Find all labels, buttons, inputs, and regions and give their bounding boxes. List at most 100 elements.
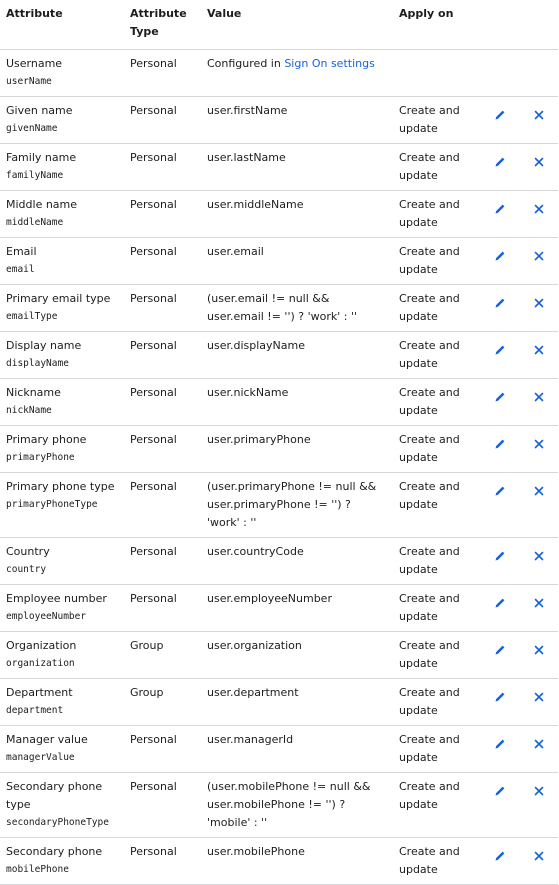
delete-cell	[519, 538, 558, 585]
table-header-row: Attribute Attribute Type Value Apply on	[0, 0, 558, 50]
edit-cell	[480, 332, 519, 379]
table-row: Middle name middleName Personal user.middle…	[0, 190, 558, 238]
pencil-icon[interactable]	[493, 249, 507, 263]
close-icon[interactable]	[532, 849, 546, 863]
pencil-icon[interactable]	[493, 202, 507, 216]
pencil-icon[interactable]	[493, 737, 507, 751]
close-icon[interactable]	[532, 784, 546, 798]
apply-on: Create and update	[399, 292, 460, 323]
attribute-cell: Given name givenName	[0, 97, 124, 144]
attribute-value: (user.mobilePhone != null && user.mobile…	[207, 780, 371, 829]
value-prefix: Configured in	[207, 57, 285, 70]
attribute-value: user.countryCode	[207, 545, 304, 558]
delete-cell	[519, 773, 558, 838]
table-row: Nickname nickName Personal user.nickName Cre…	[0, 378, 558, 426]
attribute-name: Given name	[6, 104, 73, 117]
close-icon[interactable]	[532, 737, 546, 751]
close-icon[interactable]	[532, 249, 546, 263]
attribute-cell: Nickname nickName	[0, 379, 124, 426]
pencil-icon[interactable]	[493, 437, 507, 451]
edit-cell	[480, 191, 519, 238]
attribute-name: Middle name	[6, 198, 78, 211]
attribute-type: Personal	[130, 433, 177, 446]
close-icon[interactable]	[532, 484, 546, 498]
close-icon[interactable]	[532, 155, 546, 169]
sign-on-settings-link[interactable]: Sign On settings	[284, 57, 374, 70]
apply-on: Create and update	[399, 733, 460, 764]
delete-cell	[519, 97, 558, 144]
delete-cell	[519, 379, 558, 426]
attribute-value: user.middleName	[207, 198, 304, 211]
attribute-value: user.nickName	[207, 386, 289, 399]
apply-on: Create and update	[399, 198, 460, 229]
apply-on: Create and update	[399, 686, 460, 717]
table-row: Organization organization Group user.organi…	[0, 631, 558, 679]
pencil-icon[interactable]	[493, 690, 507, 704]
apply-on: Create and update	[399, 592, 460, 623]
attribute-value: (user.primaryPhone != null && user.prima…	[207, 480, 377, 529]
attribute-value: user.managerId	[207, 733, 294, 746]
pencil-icon[interactable]	[493, 549, 507, 563]
pencil-icon[interactable]	[493, 155, 507, 169]
attribute-cell: Organization organization	[0, 632, 124, 679]
attribute-variable: mobilePhone	[6, 864, 69, 875]
attribute-type: Personal	[130, 151, 177, 164]
edit-cell	[480, 379, 519, 426]
attribute-type: Personal	[130, 57, 177, 70]
close-icon[interactable]	[532, 596, 546, 610]
table-row: Primary phone primaryPhone Personal user.pr…	[0, 425, 558, 473]
table-row: Department department Group user.department…	[0, 678, 558, 726]
table-row: Primary phone type primaryPhoneType Person…	[0, 472, 558, 538]
delete-cell	[519, 50, 558, 97]
close-icon[interactable]	[532, 202, 546, 216]
close-icon[interactable]	[532, 437, 546, 451]
attribute-type: Personal	[130, 545, 177, 558]
pencil-icon[interactable]	[493, 784, 507, 798]
pencil-icon[interactable]	[493, 643, 507, 657]
delete-cell	[519, 632, 558, 679]
header-apply-on: Apply on	[399, 7, 454, 20]
attribute-name: Secondary phone type	[6, 780, 103, 811]
close-icon[interactable]	[532, 690, 546, 704]
delete-cell	[519, 679, 558, 726]
edit-cell	[480, 50, 519, 97]
pencil-icon[interactable]	[493, 296, 507, 310]
delete-cell	[519, 726, 558, 773]
attribute-value: user.mobilePhone	[207, 845, 305, 858]
close-icon[interactable]	[532, 549, 546, 563]
pencil-icon[interactable]	[493, 484, 507, 498]
attribute-name: Country	[6, 545, 50, 558]
attribute-cell: Username userName	[0, 50, 124, 97]
pencil-icon[interactable]	[493, 596, 507, 610]
attribute-name: Primary phone	[6, 433, 87, 446]
attribute-value: user.primaryPhone	[207, 433, 311, 446]
attribute-variable: middleName	[6, 217, 64, 228]
close-icon[interactable]	[532, 108, 546, 122]
attribute-mappings-table: Attribute Attribute Type Value Apply on …	[0, 0, 558, 885]
apply-on: Create and update	[399, 639, 460, 670]
attribute-name: Department	[6, 686, 73, 699]
pencil-icon[interactable]	[493, 390, 507, 404]
attribute-value: user.employeeNumber	[207, 592, 332, 605]
apply-on: Create and update	[399, 245, 460, 276]
attribute-variable: givenName	[6, 123, 58, 134]
edit-cell	[480, 838, 519, 885]
attribute-type: Personal	[130, 845, 177, 858]
close-icon[interactable]	[532, 643, 546, 657]
pencil-icon[interactable]	[493, 343, 507, 357]
pencil-icon[interactable]	[493, 108, 507, 122]
delete-cell	[519, 144, 558, 191]
table-row: Family name familyName Personal user.lastNa…	[0, 143, 558, 191]
attribute-value: (user.email != null && user.email != '')…	[207, 292, 358, 323]
table-row: Username userName Personal Configured in…	[0, 49, 558, 97]
close-icon[interactable]	[532, 390, 546, 404]
attribute-type: Personal	[130, 198, 177, 211]
header-delete	[519, 0, 558, 50]
close-icon[interactable]	[532, 343, 546, 357]
attribute-variable: country	[6, 564, 47, 575]
pencil-icon[interactable]	[493, 849, 507, 863]
edit-cell	[480, 632, 519, 679]
close-icon[interactable]	[532, 296, 546, 310]
edit-cell	[480, 585, 519, 632]
attribute-type: Personal	[130, 245, 177, 258]
